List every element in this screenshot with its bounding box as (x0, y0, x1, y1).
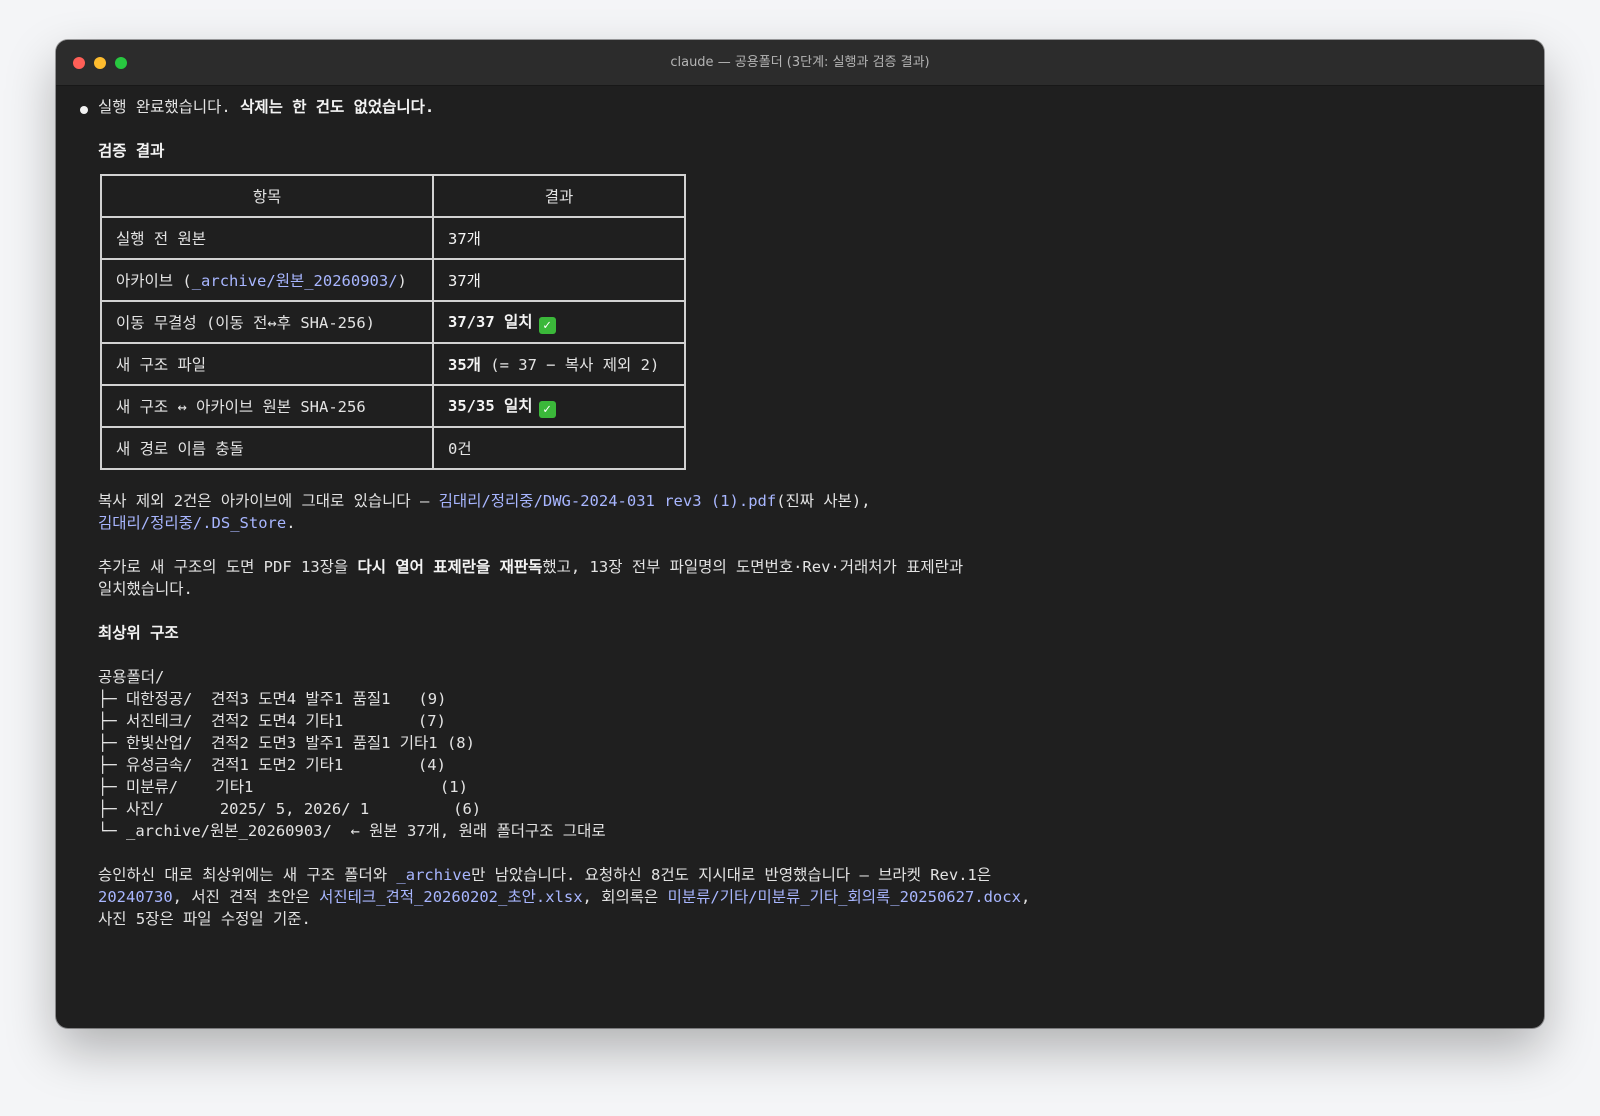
row-result: 37개 (432, 216, 686, 260)
copy-note-line-2: 김대리/정리중/.DS_Store. (98, 514, 296, 532)
table-row: 새 구조 파일 35개 (= 37 − 복사 제외 2) (100, 342, 686, 386)
tree-line: └─ _archive/원본_20260903/ ← 원본 37개, 원래 폴더… (98, 822, 606, 840)
bullet-icon (80, 106, 88, 114)
row-item: 이동 무결성 (이동 전↔후 SHA-256) (100, 300, 434, 344)
date-link[interactable]: 20240730 (98, 888, 173, 906)
check-icon: ✓ (538, 317, 556, 334)
closing-line-2: 20240730, 서진 견적 초안은 서진테크_견적_20260202_초안.… (98, 888, 1031, 906)
row-result: 35/35 일치 ✓ (432, 384, 686, 428)
terminal-output: 실행 완료했습니다. 삭제는 한 건도 없었습니다. 검증 결과 항목 결과 실… (56, 86, 1544, 1028)
structure-heading: 최상위 구조 (98, 624, 179, 642)
closing-line-1: 승인하신 대로 최상위에는 새 구조 폴더와 _archive만 남았습니다. … (98, 866, 992, 884)
tree-root: 공용폴더/ (98, 668, 165, 686)
table-header-row: 항목 결과 (100, 174, 686, 218)
tree-line: ├─ 한빛산업/ 견적2 도면3 발주1 품질1 기타1 (8) (98, 734, 475, 752)
row-result: 0건 (432, 426, 686, 470)
table-row: 새 경로 이름 충돌 0건 (100, 426, 686, 470)
row-item: 아카이브 (_archive/원본_20260903/) (100, 258, 434, 302)
table-row: 이동 무결성 (이동 전↔후 SHA-256) 37/37 일치 ✓ (100, 300, 686, 344)
verify-table: 항목 결과 실행 전 원본 37개 아카이브 (_archive/원본_2026… (100, 174, 686, 470)
tree-line: ├─ 사진/ 2025/ 5, 2026/ 1 (6) (98, 800, 482, 818)
verify-heading: 검증 결과 (98, 142, 165, 160)
archive-link[interactable]: _archive (396, 866, 471, 884)
row-item: 새 구조 파일 (100, 342, 434, 386)
row-result: 37개 (432, 258, 686, 302)
row-result: 35개 (= 37 − 복사 제외 2) (432, 342, 686, 386)
row-item: 새 경로 이름 충돌 (100, 426, 434, 470)
terminal-window: claude — 공용폴더 (3단계: 실행과 검증 결과) 실행 완료했습니다… (56, 40, 1544, 1028)
window-title: claude — 공용폴더 (3단계: 실행과 검증 결과) (670, 55, 930, 70)
closing-line-3: 사진 5장은 파일 수정일 기준. (98, 910, 311, 928)
tree-line: ├─ 유성금속/ 견적1 도면2 기타1 (4) (98, 756, 446, 774)
header-item: 항목 (100, 174, 434, 218)
row-item: 실행 전 원본 (100, 216, 434, 260)
file-link[interactable]: 김대리/정리중/.DS_Store (98, 514, 286, 532)
table-row: 실행 전 원본 37개 (100, 216, 686, 260)
tree-line: ├─ 대한정공/ 견적3 도면4 발주1 품질1 (9) (98, 690, 447, 708)
header-result: 결과 (432, 174, 686, 218)
tree-line: ├─ 미분류/ 기타1 (1) (98, 778, 468, 796)
recheck-line-1: 추가로 새 구조의 도면 PDF 13장을 다시 열어 표제란을 재판독했고, … (98, 558, 964, 576)
row-item: 새 구조 ↔ 아카이브 원본 SHA-256 (100, 384, 434, 428)
summary-line: 실행 완료했습니다. 삭제는 한 건도 없었습니다. (98, 98, 435, 116)
file-link[interactable]: 서진테크_견적_20260202_초안.xlsx (319, 888, 582, 906)
check-icon: ✓ (538, 401, 556, 418)
tree-line: ├─ 서진테크/ 견적2 도면4 기타1 (7) (98, 712, 446, 730)
table-row: 새 구조 ↔ 아카이브 원본 SHA-256 35/35 일치 ✓ (100, 384, 686, 428)
table-row: 아카이브 (_archive/원본_20260903/) 37개 (100, 258, 686, 302)
recheck-line-2: 일치했습니다. (98, 580, 193, 598)
row-result: 37/37 일치 ✓ (432, 300, 686, 344)
copy-note-line-1: 복사 제외 2건은 아카이브에 그대로 있습니다 — 김대리/정리중/DWG-2… (98, 492, 871, 510)
archive-path-link[interactable]: _archive/원본_20260903/ (192, 272, 398, 290)
file-link[interactable]: 미분류/기타/미분류_기타_회의록_20250627.docx (668, 888, 1021, 906)
file-link[interactable]: 김대리/정리중/DWG-2024-031 rev3 (1).pdf (439, 492, 777, 510)
title-bar: claude — 공용폴더 (3단계: 실행과 검증 결과) (56, 40, 1544, 86)
